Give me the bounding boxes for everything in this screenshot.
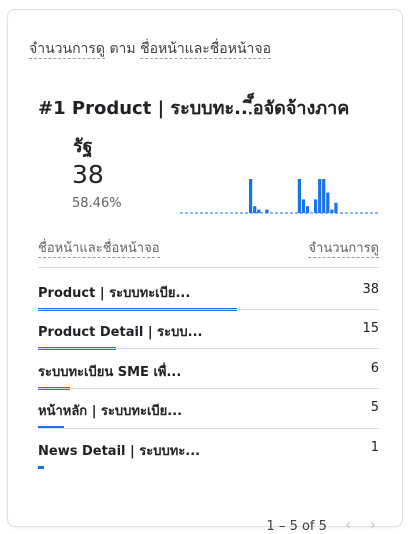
dimension-selector[interactable]: ชื่อหน้าและชื่อหน้าจอ <box>140 41 271 59</box>
sparkline-bar <box>322 179 326 213</box>
chevron-left-icon[interactable]: ‹ <box>345 515 351 534</box>
sparkline-bar <box>305 206 310 213</box>
row-value: 6 <box>370 361 379 376</box>
top-item-name-cont: รัฐ <box>73 136 93 157</box>
row-label: Product Detail | ระบบ... <box>38 325 203 340</box>
sparkline-bar <box>257 209 261 213</box>
top-item-name: Product | ระบบทะ...ี็อจัดจ้างภาค <box>71 98 350 119</box>
row-label: ระบบทะเบียน SME เพื่... <box>38 365 182 380</box>
metric-selector[interactable]: จำนวนการดู <box>29 41 106 59</box>
table-row[interactable]: News Detail | ระบบทะ... 1 <box>38 440 379 478</box>
card-heading: จำนวนการดู ตาม ชื่อหน้าและชื่อหน้าจอ <box>29 38 271 60</box>
sparkline-bar <box>249 179 253 213</box>
top-item-count: 38 <box>72 160 104 189</box>
sparkline-bar <box>314 199 318 213</box>
row-label: Product | ระบบทะเบีย... <box>38 286 191 301</box>
table-row[interactable]: หน้าหลัก | ระบบทะเบีย... 5 <box>38 400 379 438</box>
sparkline-bar <box>326 192 330 213</box>
column-header-metric-label: จำนวนการดู <box>308 241 379 258</box>
table-divider <box>38 267 379 268</box>
top-item-rank: #1 <box>38 98 66 119</box>
column-header-dimension-label: ชื่อหน้าและชื่อหน้าจอ <box>38 241 160 258</box>
row-bar <box>38 466 44 469</box>
row-label: News Detail | ระบบทะ... <box>38 444 201 459</box>
pagination: 1 – 5 of 5 ‹ › <box>267 515 376 534</box>
sparkline-bar <box>297 179 301 213</box>
column-header-dimension[interactable]: ชื่อหน้าและชื่อหน้าจอ <box>38 237 160 258</box>
table-divider <box>38 388 379 389</box>
table-divider <box>38 348 379 349</box>
table-row[interactable]: Product | ระบบทะเบีย... 38 <box>38 282 379 320</box>
row-value: 15 <box>362 321 379 336</box>
pagination-range: 1 – 5 of 5 <box>266 519 327 534</box>
table-row[interactable]: ระบบทะเบียน SME เพื่... 6 <box>38 361 379 399</box>
row-value: 38 <box>362 282 379 297</box>
sparkline-bar <box>301 199 305 213</box>
row-label: หน้าหลัก | ระบบทะเบีย... <box>38 404 183 419</box>
table-row[interactable]: Product Detail | ระบบ... 15 <box>38 321 379 359</box>
sparkline-bar <box>330 209 334 213</box>
chevron-right-icon[interactable]: › <box>370 515 376 534</box>
sparkline-bar <box>265 209 269 213</box>
top-item-percent: 58.46% <box>72 196 122 211</box>
by-label: ตาม <box>109 41 136 57</box>
sparkline-bar <box>334 202 338 213</box>
row-value: 5 <box>370 400 379 415</box>
top-item-title: #1 Product | ระบบทะ...ี็อจัดจ้างภาค <box>38 93 349 122</box>
table-divider <box>38 428 379 429</box>
row-value: 1 <box>370 440 379 455</box>
table-divider <box>38 309 379 310</box>
column-header-metric[interactable]: จำนวนการดู <box>308 237 379 258</box>
sparkline-bar <box>318 179 322 213</box>
sparkline-bar <box>253 206 257 213</box>
top-item-sparkline <box>180 179 379 214</box>
row-bar-track <box>38 466 237 469</box>
